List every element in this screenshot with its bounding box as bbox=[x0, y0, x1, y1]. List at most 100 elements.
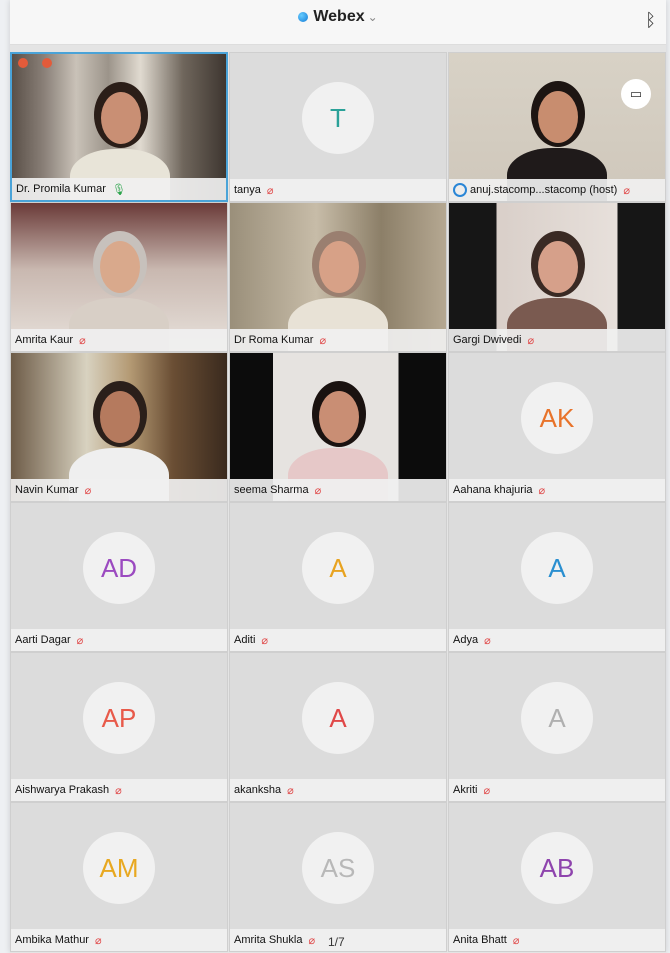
participant-tile[interactable]: ▭ anuj.stacomp...stacomp (host) ⌀ bbox=[448, 52, 666, 202]
participant-tile[interactable]: AD Aarti Dagar ⌀ bbox=[10, 502, 228, 652]
participant-nameplate: Aditi ⌀ bbox=[230, 629, 446, 651]
participant-name: Aahana khajuria bbox=[453, 484, 533, 496]
person-face bbox=[538, 241, 578, 293]
participant-name: akanksha bbox=[234, 784, 282, 796]
participant-name: Ambika Mathur bbox=[15, 934, 89, 946]
microphone-muted-icon: ⌀ bbox=[308, 934, 316, 947]
participant-tile[interactable]: AK Aahana khajuria ⌀ bbox=[448, 352, 666, 502]
participant-tile[interactable]: AS Amrita Shukla ⌀ bbox=[229, 802, 447, 952]
participant-name: Adya bbox=[453, 634, 479, 646]
microphone-muted-icon: ⌀ bbox=[79, 334, 86, 347]
participant-tile[interactable]: Amrita Kaur ⌀ bbox=[10, 202, 228, 352]
participant-nameplate: seema Sharma ⌀ bbox=[230, 479, 446, 501]
participant-avatar: AM bbox=[83, 832, 155, 905]
microphone-muted-icon: ⌀ bbox=[319, 334, 327, 347]
participant-avatar: AK bbox=[521, 382, 593, 455]
webex-window: Webex ⌄ ᛒ Dr. Promila Kumar 🎙 Ttanya ⌀ ▭ anuj.… bbox=[10, 0, 666, 953]
microphone-muted-icon: ⌀ bbox=[94, 934, 102, 947]
person-face bbox=[100, 241, 140, 293]
microphone-muted-icon: ⌀ bbox=[314, 484, 322, 497]
page-indicator: 1/7 bbox=[328, 935, 345, 949]
microphone-muted-icon: ⌀ bbox=[484, 634, 491, 647]
participant-tile[interactable]: AB Anita Bhatt ⌀ bbox=[448, 802, 666, 952]
participant-name: Aarti Dagar bbox=[15, 634, 71, 646]
microphone-muted-icon: ⌀ bbox=[512, 934, 520, 947]
participant-nameplate: Dr. Promila Kumar 🎙 bbox=[12, 178, 226, 200]
microphone-muted-icon: ⌀ bbox=[115, 784, 122, 797]
participant-tile[interactable]: A Akriti ⌀ bbox=[448, 652, 666, 802]
participant-nameplate: akanksha ⌀ bbox=[230, 779, 446, 801]
microphone-muted-icon: ⌀ bbox=[266, 184, 274, 197]
participant-tile[interactable]: Navin Kumar ⌀ bbox=[10, 352, 228, 502]
participant-nameplate: Gargi Dwivedi ⌀ bbox=[449, 329, 665, 351]
participant-avatar: AS bbox=[302, 832, 374, 905]
microphone-muted-icon: ⌀ bbox=[76, 634, 84, 647]
participant-avatar: AD bbox=[83, 532, 155, 605]
participant-avatar: A bbox=[302, 682, 374, 755]
webex-logo-icon bbox=[298, 11, 309, 22]
microphone-muted-icon: ⌀ bbox=[538, 484, 546, 497]
microphone-on-icon: 🎙 bbox=[111, 183, 126, 196]
participant-tile[interactable]: Ttanya ⌀ bbox=[229, 52, 447, 202]
participant-avatar: AB bbox=[521, 832, 593, 905]
participant-avatar: A bbox=[521, 532, 593, 605]
participant-name: tanya bbox=[234, 184, 261, 196]
app-title: Webex bbox=[313, 8, 365, 25]
participant-avatar: T bbox=[302, 82, 374, 155]
participant-name: anuj.stacomp...stacomp (host) bbox=[470, 184, 618, 196]
participant-tile[interactable]: Gargi Dwivedi ⌀ bbox=[448, 202, 666, 352]
participant-tile[interactable]: Dr Roma Kumar ⌀ bbox=[229, 202, 447, 352]
top-bar: Webex ⌄ ᛒ bbox=[10, 0, 666, 45]
participant-nameplate: Aarti Dagar ⌀ bbox=[11, 629, 227, 651]
microphone-muted-icon: ⌀ bbox=[623, 184, 630, 197]
participant-name: seema Sharma bbox=[234, 484, 309, 496]
participant-tile[interactable]: Dr. Promila Kumar 🎙 bbox=[10, 52, 228, 202]
participant-nameplate: Ambika Mathur ⌀ bbox=[11, 929, 227, 951]
microphone-muted-icon: ⌀ bbox=[287, 784, 294, 797]
participant-nameplate: Amrita Kaur ⌀ bbox=[11, 329, 227, 351]
person-face bbox=[538, 91, 578, 143]
participant-tile[interactable]: AM Ambika Mathur ⌀ bbox=[10, 802, 228, 952]
participant-tile[interactable]: A Adya ⌀ bbox=[448, 502, 666, 652]
person-face bbox=[100, 391, 140, 443]
person-face bbox=[101, 92, 141, 144]
participant-name: Navin Kumar bbox=[15, 484, 79, 496]
participant-name: Aditi bbox=[234, 634, 256, 646]
participant-name: Amrita Shukla bbox=[234, 934, 303, 946]
participant-nameplate: Dr Roma Kumar ⌀ bbox=[230, 329, 446, 351]
participant-name: Dr. Promila Kumar bbox=[16, 183, 106, 195]
participant-tile[interactable]: AP Aishwarya Prakash ⌀ bbox=[10, 652, 228, 802]
participant-nameplate: anuj.stacomp...stacomp (host) ⌀ bbox=[449, 179, 665, 201]
person-face bbox=[319, 391, 359, 443]
participant-tile[interactable]: A Aditi ⌀ bbox=[229, 502, 447, 652]
participant-avatar: A bbox=[302, 532, 374, 605]
participant-nameplate: tanya ⌀ bbox=[230, 179, 446, 201]
participant-name: Gargi Dwivedi bbox=[453, 334, 522, 346]
participant-avatar: A bbox=[521, 682, 593, 755]
participant-nameplate: Akriti ⌀ bbox=[449, 779, 665, 801]
participant-nameplate: Aahana khajuria ⌀ bbox=[449, 479, 665, 501]
microphone-muted-icon: ⌀ bbox=[527, 334, 535, 347]
participant-name: Anita Bhatt bbox=[453, 934, 507, 946]
bluetooth-icon: ᛒ bbox=[645, 10, 656, 30]
app-title-menu[interactable]: Webex ⌄ bbox=[10, 8, 666, 26]
participant-name: Akriti bbox=[453, 784, 478, 796]
captions-button[interactable]: ▭ bbox=[621, 79, 651, 109]
participant-tile[interactable]: Aakanksha ⌀ bbox=[229, 652, 447, 802]
microphone-muted-icon: ⌀ bbox=[261, 634, 269, 647]
microphone-muted-icon: ⌀ bbox=[84, 484, 92, 497]
participant-tile[interactable]: seema Sharma ⌀ bbox=[229, 352, 447, 502]
host-indicator-icon bbox=[453, 183, 467, 197]
participant-avatar: AP bbox=[83, 682, 155, 755]
recording-indicator-icon bbox=[18, 58, 28, 68]
participant-name: Amrita Kaur bbox=[15, 334, 74, 346]
participant-name: Aishwarya Prakash bbox=[15, 784, 110, 796]
recording-indicator-icon bbox=[42, 58, 52, 68]
participant-nameplate: Aishwarya Prakash ⌀ bbox=[11, 779, 227, 801]
participant-name: Dr Roma Kumar bbox=[234, 334, 314, 346]
participant-nameplate: Navin Kumar ⌀ bbox=[11, 479, 227, 501]
chevron-down-icon: ⌄ bbox=[367, 10, 378, 24]
participant-nameplate: Adya ⌀ bbox=[449, 629, 665, 651]
participant-grid: Dr. Promila Kumar 🎙 Ttanya ⌀ ▭ anuj.stacomp..… bbox=[10, 52, 666, 953]
microphone-muted-icon: ⌀ bbox=[483, 784, 491, 797]
